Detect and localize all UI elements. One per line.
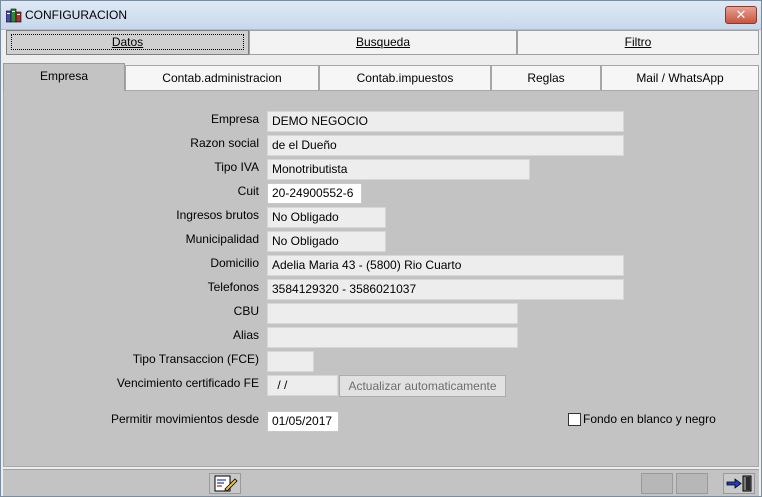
exit-door-icon xyxy=(726,475,752,492)
telefonos-field[interactable]: 3584129320 - 3586021037 xyxy=(267,279,624,300)
fondo-blanco-negro-checkbox[interactable] xyxy=(568,413,581,426)
tab-empresa-label: Empresa xyxy=(39,69,89,83)
tipo-iva-field[interactable]: Monotributista xyxy=(267,159,530,180)
tab-contab-administracion-label: Contab.administracion xyxy=(162,71,282,85)
permitir-movimientos-field[interactable]: 01/05/2017 xyxy=(267,411,339,432)
toolbar-blank-button-1[interactable] xyxy=(641,473,673,494)
tab-filtro-label: Filtro xyxy=(624,35,652,49)
toolbar-blank-button-2[interactable] xyxy=(676,473,708,494)
tipo-transaccion-label: Tipo Transaccion (FCE) xyxy=(132,352,259,366)
cuit-field[interactable]: 20-24900552-6 xyxy=(267,183,362,204)
cbu-field[interactable] xyxy=(267,303,518,324)
tab-filtro[interactable]: Filtro xyxy=(517,30,759,55)
exit-button[interactable] xyxy=(723,473,755,494)
tab-busqueda-label: Busqueda xyxy=(355,35,411,49)
close-icon: ✕ xyxy=(735,7,747,22)
tab-mail-whatsapp-label: Mail / WhatsApp xyxy=(636,71,724,85)
actualizar-automaticamente-button[interactable]: Actualizar automaticamente xyxy=(339,375,506,397)
tab-contab-impuestos[interactable]: Contab.impuestos xyxy=(319,65,491,91)
tab-contab-administracion[interactable]: Contab.administracion xyxy=(125,65,319,91)
vencimiento-date-field[interactable]: / / xyxy=(267,375,338,396)
sub-tab-strip: Empresa Contab.administracion Contab.imp… xyxy=(3,63,759,91)
municipalidad-field[interactable]: No Obligado xyxy=(267,231,386,252)
tab-reglas[interactable]: Reglas xyxy=(491,65,601,91)
tab-datos-label: Datos xyxy=(10,34,245,50)
ingresos-brutos-field[interactable]: No Obligado xyxy=(267,207,386,228)
tab-empresa[interactable]: Empresa xyxy=(3,63,125,91)
tab-mail-whatsapp[interactable]: Mail / WhatsApp xyxy=(601,65,759,91)
tab-busqueda[interactable]: Busqueda xyxy=(249,30,517,55)
razon-social-label: Razon social xyxy=(190,136,259,150)
telefonos-label: Telefonos xyxy=(207,280,259,294)
close-button[interactable]: ✕ xyxy=(725,6,757,24)
empresa-label: Empresa xyxy=(210,112,259,126)
tab-reglas-label: Reglas xyxy=(527,71,565,85)
tab-datos[interactable]: Datos xyxy=(6,30,249,55)
permitir-movimientos-label: Permitir movimientos desde xyxy=(110,412,259,426)
razon-social-field[interactable]: de el Dueño xyxy=(267,135,624,156)
database-icon xyxy=(6,8,22,23)
ingresos-brutos-label: Ingresos brutos xyxy=(176,208,259,222)
tab-contab-impuestos-label: Contab.impuestos xyxy=(356,71,454,85)
bottom-toolbar xyxy=(3,469,759,496)
cuit-label: Cuit xyxy=(237,184,259,198)
tipo-transaccion-field[interactable] xyxy=(267,351,314,372)
alias-label: Alias xyxy=(232,328,259,342)
configuracion-window: CONFIGURACION ✕ Datos Busqueda Filtro Em… xyxy=(0,0,762,497)
municipalidad-label: Municipalidad xyxy=(185,232,259,246)
title-bar: CONFIGURACION ✕ xyxy=(1,1,761,30)
window-title: CONFIGURACION xyxy=(25,8,127,22)
domicilio-label: Domicilio xyxy=(210,256,259,270)
domicilio-field[interactable]: Adelia Maria 43 - (5800) Rio Cuarto xyxy=(267,255,624,276)
vencimiento-label: Vencimiento certificado FE xyxy=(116,376,259,390)
top-tab-strip: Datos Busqueda Filtro xyxy=(3,30,759,55)
cbu-label: CBU xyxy=(233,304,259,318)
edit-document-button[interactable] xyxy=(209,473,241,494)
alias-field[interactable] xyxy=(267,327,518,348)
edit-document-icon xyxy=(214,475,238,492)
tipo-iva-label: Tipo IVA xyxy=(214,160,259,174)
fondo-blanco-negro-label: Fondo en blanco y negro xyxy=(583,412,716,426)
empresa-field[interactable]: DEMO NEGOCIO xyxy=(267,111,624,132)
